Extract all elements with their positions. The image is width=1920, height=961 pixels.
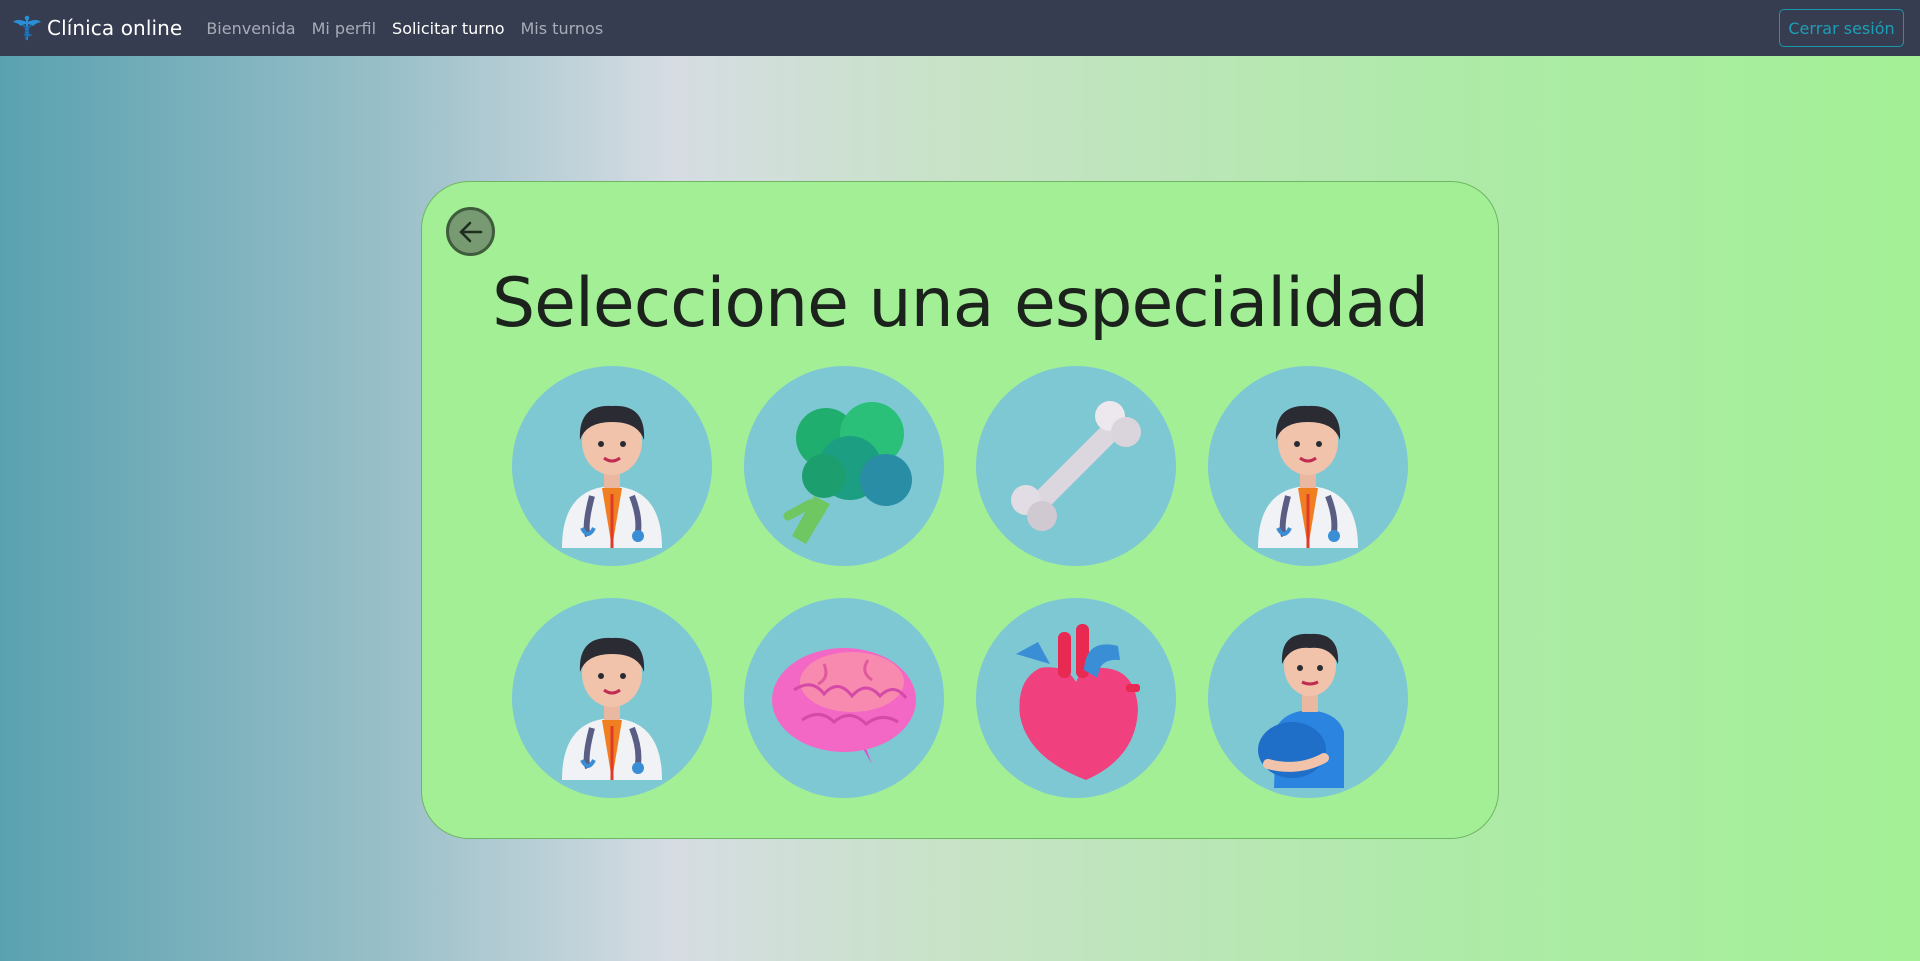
specialty-cardiology[interactable] [976,598,1176,798]
specialty-doctor-3[interactable] [512,598,712,798]
nav-link-solicitar-turno[interactable]: Solicitar turno [392,19,504,38]
specialty-doctor-2[interactable] [1208,366,1408,566]
doctor-icon [1258,405,1358,548]
nav-link-mi-perfil[interactable]: Mi perfil [312,19,376,38]
nav-link-mis-turnos[interactable]: Mis turnos [521,19,604,38]
arrow-left-icon [459,221,482,242]
caduceus-icon [12,15,42,41]
broccoli-icon [783,402,912,544]
doctor-icon [562,637,662,780]
bone-icon [1011,401,1141,531]
specialty-card: Seleccione una especialidad [421,181,1499,839]
nav-links: Bienvenida Mi perfil Solicitar turno Mis… [206,19,619,38]
anatomical-heart-icon [1016,624,1140,780]
navbar: Clínica online Bienvenida Mi perfil Soli… [0,0,1920,56]
brand[interactable]: Clínica online [12,15,182,41]
doctor-icon [562,405,662,548]
specialty-obstetrics[interactable] [1208,598,1408,798]
specialty-nutrition[interactable] [744,366,944,566]
specialty-doctor-1[interactable] [512,366,712,566]
logout-button[interactable]: Cerrar sesión [1779,9,1904,47]
specialty-neurology[interactable] [744,598,944,798]
page-title: Seleccione una especialidad [491,264,1429,343]
brand-title: Clínica online [47,16,183,40]
specialty-traumatology[interactable] [976,366,1176,566]
back-button[interactable] [446,207,495,256]
brain-icon [772,648,916,764]
pregnant-man-icon [1258,633,1344,788]
specialty-grid [512,366,1412,816]
nav-link-bienvenida[interactable]: Bienvenida [206,19,295,38]
